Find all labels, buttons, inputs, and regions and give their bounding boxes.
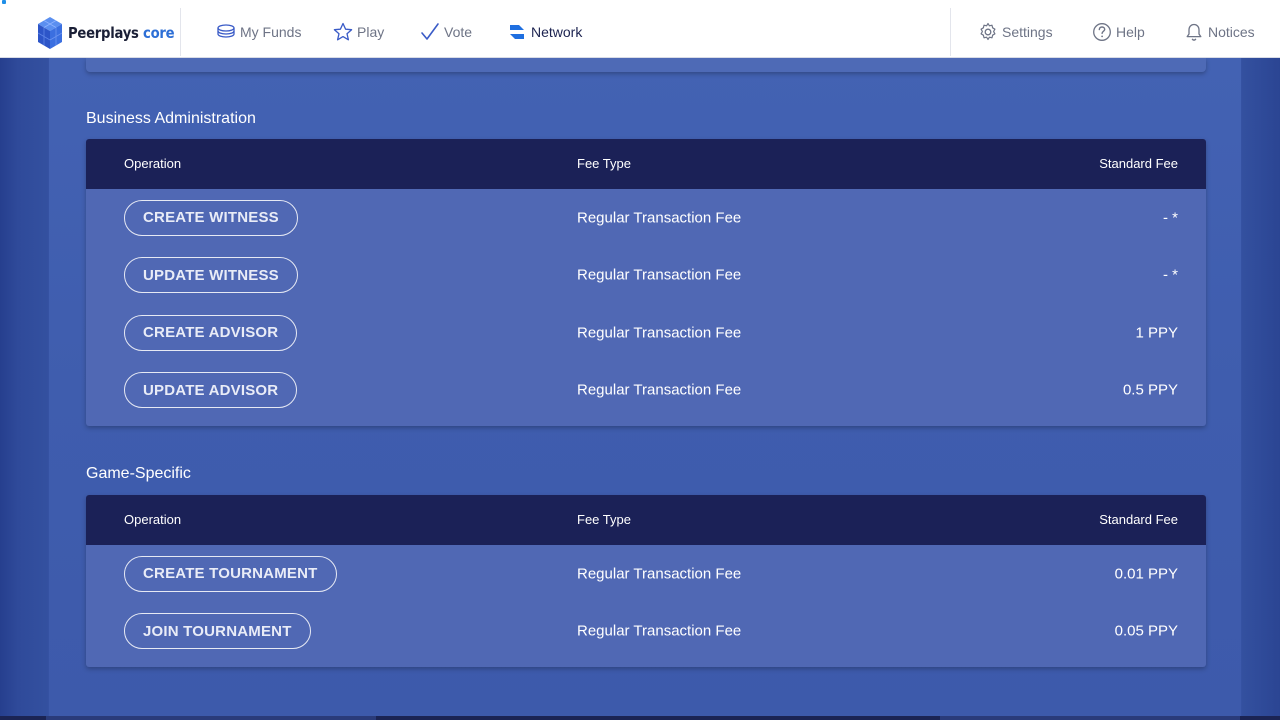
column-header-operation: Operation xyxy=(124,156,182,171)
fee-type-cell: Regular Transaction Fee xyxy=(577,209,742,227)
create-advisor-button[interactable]: CREATE ADVISOR xyxy=(124,314,298,351)
standard-fee-cell: 0.5 PPY xyxy=(1122,381,1178,399)
top-header: Peerplays core My Funds Play Vote Networ… xyxy=(0,0,1280,58)
app-dot-icon xyxy=(2,0,6,4)
fee-type-cell: Regular Transaction Fee xyxy=(577,324,742,342)
peerplays-logo[interactable]: Peerplays core xyxy=(36,16,189,50)
table-row: CREATE ADVISOR Regular Transaction Fee 1… xyxy=(86,304,1206,362)
fee-type-cell: Regular Transaction Fee xyxy=(577,381,742,399)
standard-fee-cell: 0.01 PPY xyxy=(1114,565,1178,583)
nav-label: My Funds xyxy=(240,24,302,40)
section-title-game-specific: Game-Specific xyxy=(86,465,191,482)
section-title-business-administration: Business Administration xyxy=(86,110,256,127)
standard-fee-cell: 1 PPY xyxy=(1135,324,1178,342)
table-header: Operation Fee Type Standard Fee xyxy=(86,139,1206,189)
fee-type-cell: Regular Transaction Fee xyxy=(577,266,742,284)
nav-notices[interactable]: Notices xyxy=(1184,20,1255,44)
column-header-operation: Operation xyxy=(124,512,182,527)
nav-label: Notices xyxy=(1208,24,1255,40)
standard-fee-cell: - * xyxy=(1163,266,1178,284)
create-tournament-button[interactable]: CREATE TOURNAMENT xyxy=(124,555,337,592)
nav-label: Settings xyxy=(1002,24,1053,40)
table-row: CREATE TOURNAMENT Regular Transaction Fe… xyxy=(86,545,1206,603)
nav-help[interactable]: Help xyxy=(1092,20,1145,44)
gear-icon xyxy=(980,22,996,41)
coins-icon xyxy=(217,24,235,38)
fee-type-cell: Regular Transaction Fee xyxy=(577,565,742,583)
column-header-fee-type: Fee Type xyxy=(577,156,631,171)
table-row: UPDATE ADVISOR Regular Transaction Fee 0… xyxy=(86,362,1206,420)
bell-icon xyxy=(1186,23,1202,41)
nav-play[interactable]: Play xyxy=(333,20,384,44)
create-witness-button[interactable]: CREATE WITNESS xyxy=(124,199,298,236)
fees-table-game-specific: Operation Fee Type Standard Fee CREATE T… xyxy=(86,495,1206,667)
fee-type-cell: Regular Transaction Fee xyxy=(577,622,742,640)
checkmark-icon xyxy=(421,23,439,40)
star-icon xyxy=(333,22,353,41)
table-row: CREATE WITNESS Regular Transaction Fee -… xyxy=(86,189,1206,247)
table-row: JOIN TOURNAMENT Regular Transaction Fee … xyxy=(86,603,1206,661)
nav-vote[interactable]: Vote xyxy=(420,20,472,44)
column-header-fee-type: Fee Type xyxy=(577,512,631,527)
nav-network[interactable]: Network xyxy=(507,20,582,44)
nav-my-funds[interactable]: My Funds xyxy=(216,20,301,44)
header-divider-right xyxy=(950,8,951,56)
standard-fee-cell: - * xyxy=(1163,209,1178,227)
update-witness-button[interactable]: UPDATE WITNESS xyxy=(124,257,298,294)
nav-label: Vote xyxy=(444,24,473,40)
nav-settings[interactable]: Settings xyxy=(978,20,1053,44)
logo-text: Peerplays core xyxy=(68,24,175,42)
cube-logo-icon xyxy=(37,17,63,49)
nav-label: Play xyxy=(357,24,385,40)
column-header-standard-fee: Standard Fee xyxy=(1099,156,1178,171)
header-divider-left xyxy=(180,8,181,56)
nav-label: Network xyxy=(531,24,583,40)
table-header: Operation Fee Type Standard Fee xyxy=(86,495,1206,545)
nav-label: Help xyxy=(1116,24,1145,40)
previous-card-edge xyxy=(86,58,1206,72)
bottom-strip xyxy=(0,716,1280,720)
window-mark xyxy=(0,0,70,4)
standard-fee-cell: 0.05 PPY xyxy=(1114,622,1178,640)
update-advisor-button[interactable]: UPDATE ADVISOR xyxy=(124,372,298,409)
network-icon xyxy=(510,25,524,39)
column-header-standard-fee: Standard Fee xyxy=(1099,512,1178,527)
help-icon xyxy=(1093,23,1111,41)
join-tournament-button[interactable]: JOIN TOURNAMENT xyxy=(124,613,311,650)
table-row: UPDATE WITNESS Regular Transaction Fee -… xyxy=(86,247,1206,305)
fees-table-business-administration: Operation Fee Type Standard Fee CREATE W… xyxy=(86,139,1206,426)
